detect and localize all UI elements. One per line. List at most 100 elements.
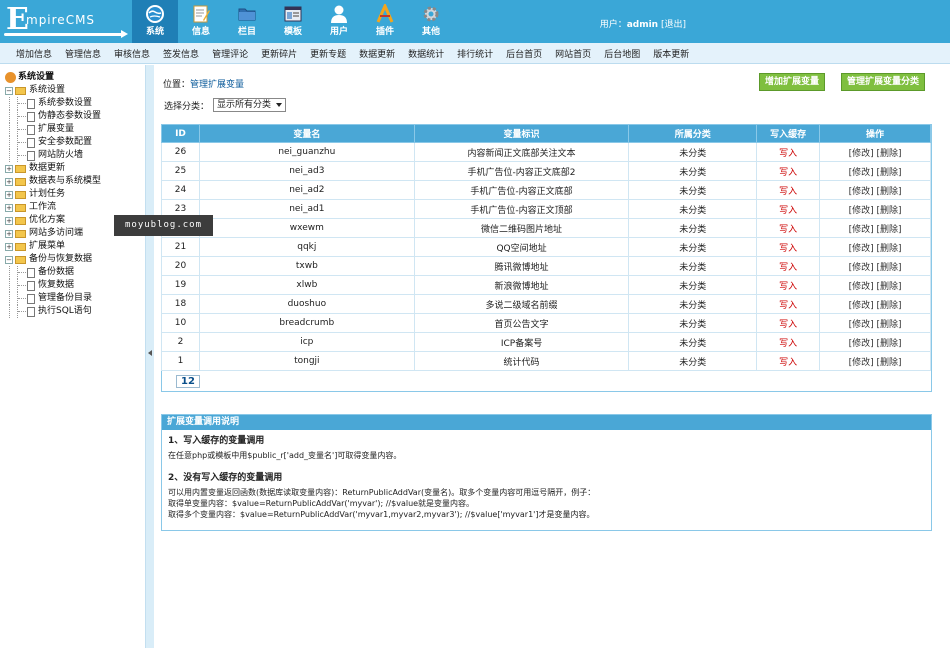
cell-cache[interactable]: 写入 [756,256,821,276]
cell-ops[interactable]: [修改] [删除] [819,332,931,352]
cell-cache[interactable]: 写入 [756,294,821,314]
tree-item[interactable]: − 备份与恢复数据 [5,253,145,266]
tree-item[interactable]: 恢复数据 [5,279,145,292]
cell-class: 未分类 [628,218,758,238]
cell-cache[interactable]: 写入 [756,161,821,181]
tree-item[interactable]: 备份数据 [5,266,145,279]
cell-name: txwb [198,256,415,276]
tree-item[interactable]: 网站防火墙 [5,149,145,162]
cell-ops[interactable]: [修改] [删除] [819,237,931,257]
cell-cache[interactable]: 写入 [756,218,821,238]
menu-admin-map[interactable]: 后台地图 [596,47,645,60]
tree-item[interactable]: − 系统设置 [5,84,145,97]
nav-template[interactable]: 模板 [270,0,316,43]
cell-cache[interactable]: 写入 [756,313,821,333]
tree-item[interactable]: + 数据表与系统模型 [5,175,145,188]
nav-label: 其他 [421,27,440,37]
breadcrumb-link[interactable]: 管理扩展变量 [190,80,244,90]
menu-review-info[interactable]: 审核信息 [106,47,155,60]
cell-id: 24 [161,180,200,200]
cell-ops[interactable]: [修改] [删除] [819,256,931,276]
cell-name: wxewm [198,218,415,238]
menu-admin-home[interactable]: 后台首页 [498,47,547,60]
cell-ops[interactable]: [修改] [删除] [819,142,931,162]
menu-manage-comment[interactable]: 管理评论 [204,47,253,60]
main-content: 位置：管理扩展变量 增加扩展变量 管理扩展变量分类 选择分类： 显示所有分类 I… [155,65,950,648]
pencil-paper-icon [190,3,212,25]
cell-class: 未分类 [628,332,758,352]
tree-item[interactable]: 伪静态参数设置 [5,110,145,123]
nav-plugin[interactable]: 插件 [362,0,408,43]
tree-item[interactable]: 执行SQL语句 [5,305,145,318]
nav-system[interactable]: 系统 [132,0,178,43]
logout-link[interactable]: [退出] [661,20,686,30]
nav-other[interactable]: 其他 [408,0,454,43]
expand-icon[interactable]: + [5,242,13,251]
add-var-button[interactable]: 增加扩展变量 [759,73,826,91]
cell-ops[interactable]: [修改] [删除] [819,180,931,200]
tree-item[interactable]: + 扩展菜单 [5,240,145,253]
manage-var-class-button[interactable]: 管理扩展变量分类 [841,73,926,91]
expand-icon[interactable]: + [5,164,13,173]
cell-ops[interactable]: [修改] [删除] [819,275,931,295]
cell-ops[interactable]: [修改] [删除] [819,199,931,219]
menu-data-stats[interactable]: 数据统计 [400,47,449,60]
cell-cache[interactable]: 写入 [756,199,821,219]
cell-tag: ICP备案号 [413,332,630,352]
page-icon [27,280,35,291]
nav-column[interactable]: 栏目 [224,0,270,43]
collapse-icon[interactable]: − [5,86,13,95]
expand-icon[interactable]: + [5,203,13,212]
cell-tag: 腾讯微博地址 [413,256,630,276]
cell-cache[interactable]: 写入 [756,332,821,352]
menu-sign-info[interactable]: 签发信息 [155,47,204,60]
expand-icon[interactable]: + [5,229,13,238]
nav-info[interactable]: 信息 [178,0,224,43]
cell-ops[interactable]: [修改] [删除] [819,161,931,181]
collapse-icon[interactable]: − [5,255,13,264]
menu-site-home[interactable]: 网站首页 [547,47,596,60]
sidebar-splitter[interactable] [145,65,154,648]
menu-update-topic[interactable]: 更新专题 [302,47,351,60]
nav-label: 插件 [375,27,394,37]
tree-root[interactable]: 系统设置 [5,71,145,84]
menu-data-update[interactable]: 数据更新 [351,47,400,60]
tree-item[interactable]: + 计划任务 [5,188,145,201]
expand-icon[interactable]: + [5,190,13,199]
collapse-arrow-icon[interactable] [148,350,152,356]
cell-name: breadcrumb [198,313,415,333]
menu-manage-info[interactable]: 管理信息 [57,47,106,60]
col-class: 所属分类 [628,124,758,143]
folder-icon [15,216,26,225]
tree-item[interactable]: 管理备份目录 [5,292,145,305]
tree-item[interactable]: 安全参数配置 [5,136,145,149]
menu-update-fragment[interactable]: 更新碎片 [253,47,302,60]
col-cache: 写入缓存 [756,124,821,143]
menu-rank-stats[interactable]: 排行统计 [449,47,498,60]
empirecms-logo[interactable]: E mpireCMS [0,0,132,43]
tree-item[interactable]: 系统参数设置 [5,97,145,110]
page-icon [27,267,35,278]
cell-tag: 多说二级域名前缀 [413,294,630,314]
cell-ops[interactable]: [修改] [删除] [819,351,931,371]
nav-user[interactable]: 用户 [316,0,362,43]
menu-add-info[interactable]: 增加信息 [8,47,57,60]
cell-cache[interactable]: 写入 [756,351,821,371]
cell-cache[interactable]: 写入 [756,275,821,295]
category-select[interactable]: 显示所有分类 [213,98,287,112]
watermark: moyublog.com [114,215,213,236]
tree-item[interactable]: + 数据更新 [5,162,145,175]
cell-ops[interactable]: [修改] [删除] [819,218,931,238]
page-number[interactable]: 12 [176,375,200,388]
expand-icon[interactable]: + [5,216,13,225]
cell-ops[interactable]: [修改] [删除] [819,313,931,333]
menu-version-update[interactable]: 版本更新 [645,47,694,60]
cell-cache[interactable]: 写入 [756,180,821,200]
page-icon [27,98,35,109]
tree-item[interactable]: 扩展变量 [5,123,145,136]
cell-ops[interactable]: [修改] [删除] [819,294,931,314]
tree-item[interactable]: + 工作流 [5,201,145,214]
cell-cache[interactable]: 写入 [756,142,821,162]
expand-icon[interactable]: + [5,177,13,186]
cell-cache[interactable]: 写入 [756,237,821,257]
